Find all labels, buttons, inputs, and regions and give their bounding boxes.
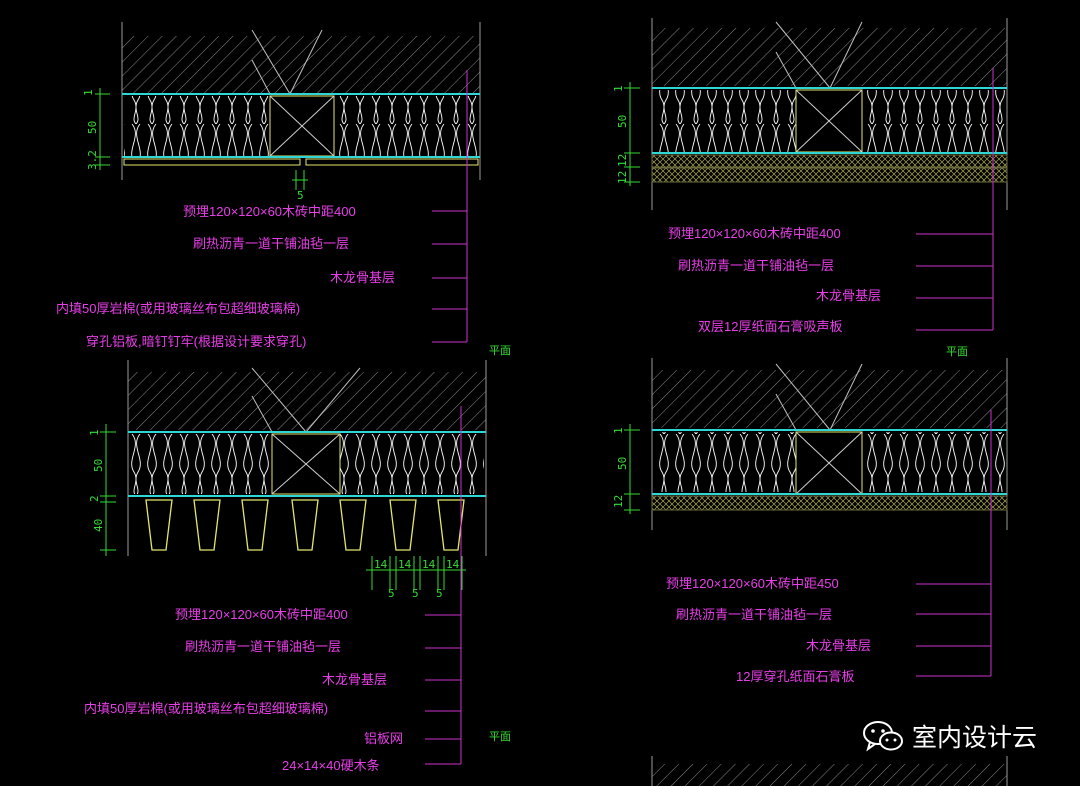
wood-block-cross xyxy=(269,95,335,157)
perforated-gypsum-board xyxy=(651,495,1008,511)
dim-a-32: 3.2 xyxy=(86,150,99,170)
insulation-layer xyxy=(862,432,1005,492)
cad-drawing: 1 50 3.2 5 1 50 12 12 1 50 2 40 14 14 14… xyxy=(56,18,1008,786)
panel-gap-dim xyxy=(292,170,308,190)
plan-tag-b: 平面 xyxy=(946,346,968,358)
dim-d-50: 50 xyxy=(616,457,629,470)
label-b-2: 刷热沥青一道干铺油毡一层 xyxy=(678,258,834,273)
label-c-1: 预埋120×120×60木砖中距400 xyxy=(175,607,348,622)
wechat-icon xyxy=(863,721,903,752)
watermark: 室内设计云 xyxy=(862,718,1037,754)
watermark-text: 室内设计云 xyxy=(912,723,1038,752)
insulation-layer xyxy=(654,90,796,152)
gypsum-board xyxy=(651,154,1008,168)
dim-c-14: 14 xyxy=(398,558,412,571)
insulation-layer xyxy=(654,432,796,492)
gypsum-board xyxy=(651,167,1008,183)
label-d-3: 木龙骨基层 xyxy=(806,638,871,653)
leader-ticks xyxy=(916,583,991,677)
concrete-slab xyxy=(652,370,1007,428)
detail-b xyxy=(624,18,1008,331)
label-c-2: 刷热沥青一道干铺油毡一层 xyxy=(185,639,341,654)
label-c-6: 24×14×40硬木条 xyxy=(282,758,380,773)
hardwood-strips xyxy=(145,499,465,551)
aluminum-panel xyxy=(123,158,301,166)
dim-c-50: 50 xyxy=(92,459,105,472)
next-detail-slab xyxy=(652,764,1007,786)
wood-block-cross xyxy=(795,431,863,495)
aluminum-panel xyxy=(305,158,479,166)
dim-a-1: 1 xyxy=(82,89,95,96)
leader-ticks xyxy=(425,614,461,765)
label-a-3: 木龙骨基层 xyxy=(330,270,395,285)
label-b-4: 双层12厚纸面石膏吸声板 xyxy=(698,319,842,334)
plan-tag-a: 平面 xyxy=(489,345,511,357)
dim-c-5: 5 xyxy=(436,587,443,600)
dim-c-1: 1 xyxy=(88,429,101,436)
dim-c-14: 14 xyxy=(422,558,436,571)
label-d-4: 12厚穿孔纸面石膏板 xyxy=(736,669,854,684)
dim-c-14: 14 xyxy=(374,558,388,571)
label-b-3: 木龙骨基层 xyxy=(816,288,881,303)
label-c-4: 内填50厚岩棉(或用玻璃丝布包超细玻璃棉) xyxy=(84,701,328,716)
concrete-slab xyxy=(128,372,486,430)
dim-c-2: 2 xyxy=(88,495,101,502)
label-b-1: 预埋120×120×60木砖中距400 xyxy=(668,226,841,241)
label-d-2: 刷热沥青一道干铺油毡一层 xyxy=(676,607,832,622)
dim-b-12b: 12 xyxy=(616,171,629,184)
concrete-slab xyxy=(652,28,1007,86)
detail-a xyxy=(95,22,481,343)
label-d-1: 预埋120×120×60木砖中距450 xyxy=(666,576,839,591)
dim-c-5: 5 xyxy=(388,587,395,600)
label-c-3: 木龙骨基层 xyxy=(322,672,387,687)
dim-b-12a: 12 xyxy=(616,154,629,167)
dim-a-gap: 5 xyxy=(297,189,304,202)
wood-block-cross xyxy=(795,89,863,153)
dim-c-5: 5 xyxy=(412,587,419,600)
label-a-1: 预埋120×120×60木砖中距400 xyxy=(183,204,356,219)
label-a-4: 内填50厚岩棉(或用玻璃丝布包超细玻璃棉) xyxy=(56,301,300,316)
dim-d-12: 12 xyxy=(612,495,625,508)
leader-ticks xyxy=(432,210,467,343)
insulation-layer xyxy=(130,434,272,494)
wood-block-cross xyxy=(271,433,341,495)
insulation-layer xyxy=(124,96,270,156)
label-a-5: 穿孔铝板,暗钉钉牢(根据设计要求穿孔) xyxy=(86,334,306,349)
dim-b-50: 50 xyxy=(616,115,629,128)
dim-a-50: 50 xyxy=(86,121,99,134)
plan-tag-c: 平面 xyxy=(489,731,511,743)
insulation-layer xyxy=(334,96,478,156)
dim-c-40: 40 xyxy=(92,519,105,532)
label-c-5: 铝板网 xyxy=(364,731,403,746)
label-a-2: 刷热沥青一道干铺油毡一层 xyxy=(193,236,349,251)
concrete-slab xyxy=(122,36,480,94)
dim-c-14: 14 xyxy=(446,558,460,571)
dim-d-1: 1 xyxy=(612,427,625,434)
leader-ticks xyxy=(916,233,993,331)
insulation-layer xyxy=(862,90,1005,152)
dim-b-1: 1 xyxy=(612,85,625,92)
insulation-layer xyxy=(340,434,484,494)
